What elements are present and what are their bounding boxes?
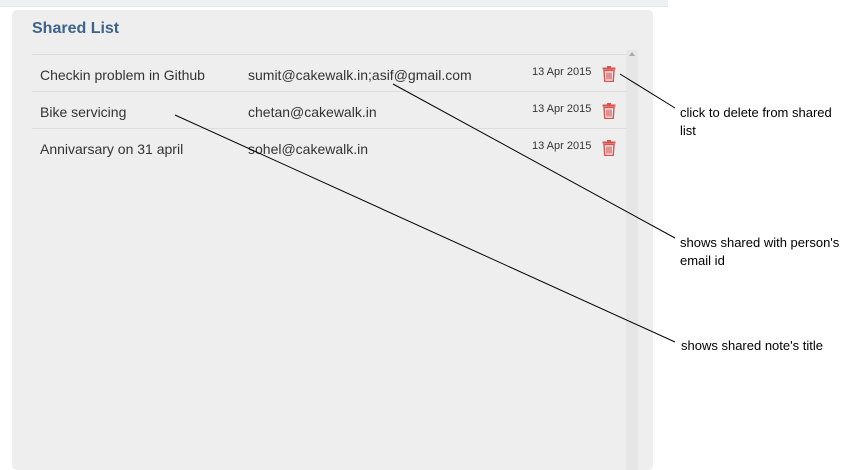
shared-email: sohel@cakewalk.in xyxy=(248,141,369,157)
shared-date: 13 Apr 2015 xyxy=(532,140,592,152)
scrollbar[interactable] xyxy=(626,50,638,470)
shared-list: Checkin problem in Github sumit@cakewalk… xyxy=(32,54,628,165)
shared-date: 13 Apr 2015 xyxy=(532,66,592,78)
note-title: Checkin problem in Github xyxy=(40,67,205,83)
list-item[interactable]: Checkin problem in Github sumit@cakewalk… xyxy=(32,55,628,92)
annotation-email: shows shared with person's email id xyxy=(680,235,840,268)
annotation-delete: click to delete from shared list xyxy=(680,105,832,138)
note-title: Bike servicing xyxy=(40,104,127,120)
top-bar xyxy=(0,0,668,7)
trash-icon[interactable] xyxy=(602,66,616,82)
list-item[interactable]: Annivarsary on 31 april sohel@cakewalk.i… xyxy=(32,129,628,165)
shared-email: sumit@cakewalk.in;asif@gmail.com xyxy=(248,67,472,83)
list-item[interactable]: Bike servicing chetan@cakewalk.in 13 Apr… xyxy=(32,92,628,129)
note-title: Annivarsary on 31 april xyxy=(40,141,184,157)
trash-icon[interactable] xyxy=(602,103,616,119)
annotation-title: shows shared note's title xyxy=(681,338,823,353)
shared-date: 13 Apr 2015 xyxy=(532,103,592,115)
trash-icon[interactable] xyxy=(602,140,616,156)
shared-email: chetan@cakewalk.in xyxy=(248,104,377,120)
shared-list-panel: Shared List Checkin problem in Github su… xyxy=(12,10,653,470)
panel-title: Shared List xyxy=(32,20,120,37)
scroll-up-arrow-icon[interactable] xyxy=(629,52,635,56)
